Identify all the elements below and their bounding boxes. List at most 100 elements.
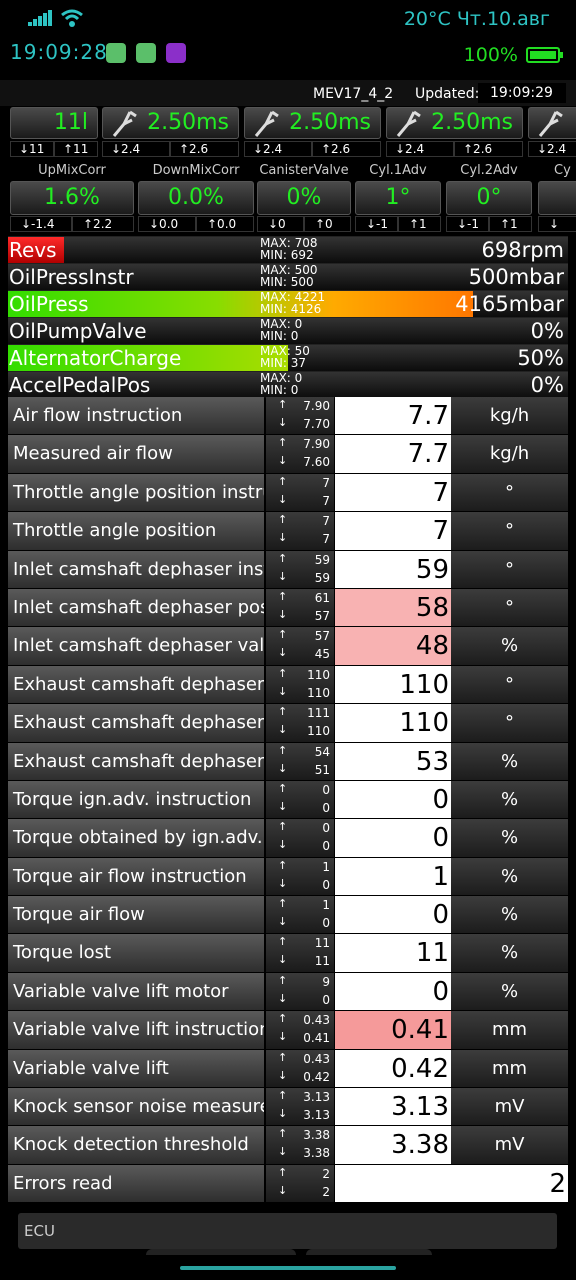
arrow-down-icon: ↓ [278, 915, 288, 929]
row-unit: % [451, 857, 568, 896]
arrow-down-icon: ↓ [278, 876, 288, 890]
row-min: 11 [314, 954, 330, 969]
row-min: 3.38 [303, 1146, 330, 1161]
row-min: 0 [322, 839, 330, 854]
android-app-icon [136, 43, 156, 63]
table-row[interactable]: Inlet camshaft dephaser position ↑ 61 ↓ 57 58… [8, 588, 568, 628]
table-row[interactable]: Exhaust camshaft dephaser instruction ↑ 11… [8, 665, 568, 705]
row-max: 0.43 [303, 1013, 330, 1028]
gauge-injector-3[interactable]: 2.50ms ↓2.4 ↑2.6 [386, 107, 523, 157]
gauge-injector-4[interactable]: ↓2.4 [528, 107, 576, 157]
bar-name: Revs [9, 238, 57, 262]
table-row[interactable]: Air flow instruction ↑ 7.90 ↓ 7.70 7.7 kg/h [8, 397, 568, 436]
bar-name: OilPress [9, 292, 89, 316]
table-row[interactable]: Throttle angle position instruction↑7↓77… [8, 473, 568, 513]
arrow-down-icon: ↓ [278, 684, 288, 698]
arrow-down-icon: ↓ [278, 723, 288, 737]
bar-value: 500mbar [468, 265, 564, 289]
row-label: Variable valve lift instruction [8, 1011, 264, 1049]
table-row[interactable]: Measured air flow ↑ 7.90 ↓ 7.60 7.7 kg/h [8, 435, 568, 474]
row-unit: ° [451, 550, 568, 588]
arrow-up-icon: ↑ [278, 743, 288, 757]
gauge-cyl2adv[interactable]: Cyl.2Adv 0° ↓-1 ↑1 [446, 161, 532, 233]
row-max: 7 [322, 475, 330, 490]
table-row[interactable]: Knock sensor noise measured ↑ 3.13 ↓ 3.13 3.1… [8, 1088, 568, 1127]
arrow-down-icon: ↓ [278, 454, 288, 468]
bar-oilpress[interactable]: OilPress MAX: 4221 MIN: 4126 4165mbar [8, 290, 568, 317]
arrow-up-icon: ↑ [278, 1012, 288, 1026]
gauge-cyl1adv[interactable]: Cyl.1Adv 1° ↓-1 ↑1 [355, 161, 441, 233]
table-row[interactable]: Inlet camshaft dephaser valve ↑ 57 ↓ 45 48% [8, 627, 568, 666]
bar-value: 0% [530, 319, 564, 343]
table-row[interactable]: Torque lost ↑ 11 ↓ 11 11% [8, 934, 568, 973]
row-minmax: ↑ 7 ↓ 7 [266, 512, 334, 550]
gesture-bar[interactable] [180, 1266, 396, 1270]
row-label: Inlet camshaft dephaser instruction [8, 550, 264, 588]
ecu-input[interactable]: ECU [18, 1213, 557, 1249]
row-max: 3.13 [303, 1090, 330, 1105]
table-row[interactable]: Torque air flow instruction ↑ 1 ↓ 0 1% [8, 857, 568, 897]
bar-alternatorcharge[interactable]: AlternatorCharge MAX: 50 MIN: 37 50% [8, 344, 568, 371]
row-unit: ° [451, 665, 568, 704]
gauge-injector-2[interactable]: 2.50ms ↓2.4 ↑2.6 [244, 107, 381, 157]
row-min: 45 [314, 647, 330, 662]
bar-revs[interactable]: Revs MAX: 708 MIN: 692 698rpm [8, 236, 568, 263]
bottom-tab-2[interactable] [306, 1249, 432, 1255]
row-minmax: ↑ 0 ↓ 0 [266, 780, 334, 819]
row-minmax: ↑ 3.38 ↓ 3.38 [266, 1126, 334, 1164]
table-row[interactable]: Errors read ↑ 2 ↓ 2 2 [8, 1164, 568, 1204]
bottom-tab-1[interactable] [146, 1249, 296, 1255]
arrow-down-icon: ↓ [278, 1183, 288, 1197]
bar-oilpressinstr[interactable]: OilPressInstr MAX: 500 MIN: 500 500mbar [8, 263, 568, 290]
row-value: 53 [335, 742, 451, 780]
updated-time: 19:09:29 [478, 83, 566, 103]
bar-accelpedalpos[interactable]: AccelPedalPos MAX: 0 MIN: 0 0% [8, 371, 568, 398]
row-max: 57 [314, 629, 330, 644]
row-min: 110 [307, 685, 330, 700]
row-value: 7.7 [335, 435, 451, 473]
row-value: 48 [335, 627, 451, 665]
row-min: 3.13 [303, 1108, 330, 1123]
table-row[interactable]: Throttle angle position ↑ 7 ↓ 7 7 ° [8, 512, 568, 551]
gauge-downmixcorr[interactable]: DownMixCorr 0.0% ↓0.0 ↑0.0 [138, 161, 254, 233]
row-minmax: ↑ 0.43 ↓ 0.41 [266, 1011, 334, 1049]
row-minmax: ↑ 57 ↓ 45 [266, 627, 334, 665]
arrow-up-icon: ↑ [278, 705, 288, 719]
gauge-injector-1[interactable]: 2.50ms ↓2.4 ↑2.6 [102, 107, 239, 157]
table-row[interactable]: Torque ign.adv. instruction ↑ 0 ↓ 0 0% [8, 780, 568, 820]
row-max: 1 [322, 898, 330, 913]
row-unit: mm [451, 1049, 568, 1088]
gauge-cyl3adv[interactable]: Cy ↓ [538, 161, 576, 233]
row-unit: mV [451, 1088, 568, 1126]
table-row[interactable]: Torque obtained by ign.adv. ↑ 0 ↓ 0 0% [8, 819, 568, 858]
row-minmax: ↑ 111 ↓ 110 [266, 704, 334, 742]
arrow-down-icon: ↓ [278, 991, 288, 1005]
arrow-up-icon: ↑ [278, 973, 288, 987]
table-row[interactable]: Knock detection threshold ↑ 3.38 ↓ 3.38 3.38 m… [8, 1126, 568, 1165]
bar-value: 50% [517, 346, 564, 370]
row-min: 51 [314, 762, 330, 777]
row-value: 11 [335, 934, 451, 972]
arrow-down-icon: ↓ [278, 1145, 288, 1159]
row-max: 61 [314, 590, 330, 605]
bar-oilpumpvalve[interactable]: OilPumpValve MAX: 0 MIN: 0 0% [8, 317, 568, 344]
updated-label: Updated: [415, 86, 480, 102]
table-row[interactable]: Variable valve lift instruction ↑ 0.43 ↓ 0.4… [8, 1011, 568, 1050]
table-row[interactable]: Exhaust camshaft dephaser valve ↑ 54 ↓ 51 53% [8, 742, 568, 781]
table-row[interactable]: Exhaust camshaft dephaser position ↑ 111 ↓ 1… [8, 704, 568, 743]
gauge-fuel[interactable]: 11l ↓11 ↑11 [10, 107, 98, 157]
table-row[interactable]: Variable valve lift motor ↑ 9 ↓ 0 0% [8, 972, 568, 1012]
bar-name: AlternatorCharge [9, 346, 182, 370]
row-min: 7.70 [303, 417, 330, 431]
row-minmax: ↑ 11 ↓ 11 [266, 934, 334, 972]
row-value: 3.38 [335, 1126, 451, 1164]
row-min: 0 [322, 916, 330, 931]
bar-name: OilPumpValve [9, 319, 147, 343]
table-row[interactable]: Variable valve lift ↑ 0.43 ↓ 0.42 0.42 mm [8, 1049, 568, 1089]
gauge-canistervalve[interactable]: CanisterValve 0% ↓0 ↑0 [257, 161, 351, 233]
gauge-upmixcorr[interactable]: UpMixCorr 1.6% ↓-1.4 ↑2.2 [10, 161, 134, 233]
table-row[interactable]: Inlet camshaft dephaser instruction ↑ 59 ↓ 5… [8, 550, 568, 589]
row-unit: mV [451, 1126, 568, 1164]
arrow-down-icon: ↓ [278, 569, 288, 583]
table-row[interactable]: Torque air flow ↑ 1 ↓ 0 0% [8, 896, 568, 935]
